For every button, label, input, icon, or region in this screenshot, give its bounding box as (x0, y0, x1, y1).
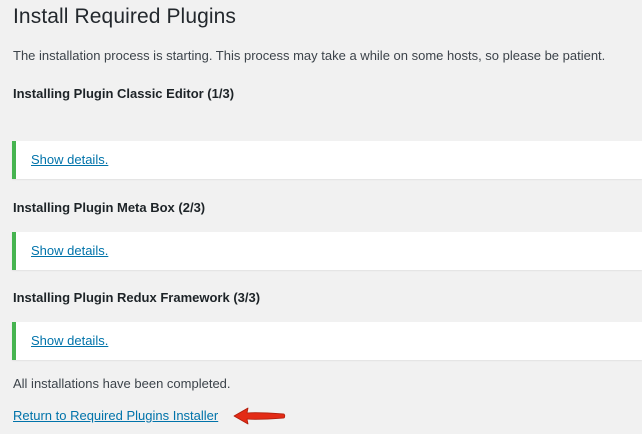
step-heading-redux-framework: Installing Plugin Redux Framework (3/3) (13, 290, 261, 305)
step-notice-redux-framework: Show details. (12, 322, 642, 360)
intro-text: The installation process is starting. Th… (13, 48, 606, 63)
step-heading-classic-editor: Installing Plugin Classic Editor (1/3) (13, 86, 235, 101)
step-heading-meta-box: Installing Plugin Meta Box (2/3) (13, 200, 206, 215)
step-notice-classic-editor: Show details. (12, 141, 642, 179)
page-title: Install Required Plugins (13, 5, 237, 28)
completion-message: All installations have been completed. (13, 376, 231, 391)
show-details-link[interactable]: Show details. (31, 152, 108, 167)
show-details-link[interactable]: Show details. (31, 243, 108, 258)
step-notice-meta-box: Show details. (12, 232, 642, 270)
return-to-installer-link[interactable]: Return to Required Plugins Installer (13, 408, 218, 423)
red-arrow-left-icon (233, 407, 286, 425)
show-details-link[interactable]: Show details. (31, 333, 108, 348)
